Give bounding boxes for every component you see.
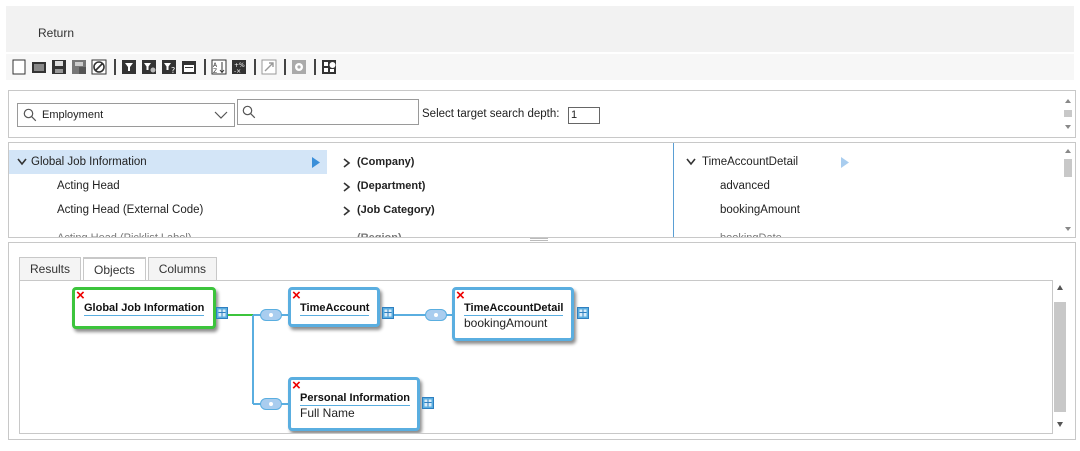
new-icon[interactable] — [10, 58, 28, 76]
grid-icon[interactable] — [577, 307, 589, 319]
calculate-icon[interactable]: +% -× — [230, 58, 248, 76]
sort-icon[interactable]: AZ — [210, 58, 228, 76]
link-icon[interactable] — [260, 309, 282, 321]
tab-results[interactable]: Results — [19, 257, 82, 281]
remove-icon[interactable]: × — [292, 288, 301, 303]
toolbar-separator — [114, 59, 116, 75]
settings-icon[interactable] — [290, 58, 308, 76]
tab-columns[interactable]: Columns — [147, 257, 218, 281]
chevron-right-icon[interactable] — [343, 158, 351, 168]
depth-input[interactable]: 1 — [568, 107, 600, 124]
chevron-right-icon[interactable] — [343, 182, 351, 192]
toolbar: ? AZ +% -× — [6, 54, 1074, 80]
remove-icon[interactable]: × — [76, 288, 85, 303]
scrollbar[interactable] — [1063, 95, 1073, 133]
tree-item[interactable]: bookingAmount — [720, 198, 800, 222]
return-link[interactable]: Return — [38, 26, 74, 40]
node-time-account[interactable]: × TimeAccount — [288, 287, 380, 327]
link-icon[interactable] — [260, 398, 282, 410]
tree-column-1: Global Job Information Acting Head Actin… — [9, 143, 327, 237]
scrollbar[interactable] — [1063, 145, 1073, 235]
chevron-right-icon[interactable] — [343, 206, 351, 216]
search-panel: Employment Select target search depth: 1 — [8, 90, 1076, 138]
chart-icon[interactable] — [320, 58, 338, 76]
tree-column-3: TimeAccountDetail advanced bookingAmount… — [673, 143, 1053, 237]
toolbar-separator — [284, 59, 286, 75]
tree-item-label: (Department) — [357, 180, 426, 192]
tree-item[interactable]: Acting Head (Picklist Label) — [57, 226, 192, 237]
svg-text:Z: Z — [213, 68, 217, 75]
filter-icon[interactable] — [120, 58, 138, 76]
chevron-down-icon[interactable] — [17, 158, 27, 166]
grid-icon[interactable] — [216, 307, 228, 319]
remove-icon[interactable]: × — [292, 378, 301, 393]
node-field: Full Name — [300, 406, 355, 420]
panel-splitter[interactable] — [530, 238, 548, 241]
expand-arrow-icon[interactable] — [840, 157, 850, 168]
query-designer-panel: Results Objects Columns × Global Job Inf… — [8, 242, 1076, 440]
node-title: TimeAccount — [300, 302, 370, 316]
search-icon — [23, 108, 37, 122]
open-icon[interactable] — [30, 58, 48, 76]
tree-item[interactable]: Acting Head — [57, 174, 120, 198]
filter-settings-icon[interactable] — [140, 58, 158, 76]
tree-node-global-job[interactable]: Global Job Information — [9, 150, 327, 174]
svg-text:?: ? — [171, 66, 175, 75]
grid-icon[interactable] — [422, 397, 434, 409]
tree-item-label: (Job Category) — [357, 204, 435, 216]
node-title: TimeAccountDetail — [464, 302, 564, 316]
tree-item-label: (Region) — [357, 232, 402, 238]
node-title: Personal Information — [300, 392, 411, 406]
expand-arrow-icon[interactable] — [311, 157, 321, 168]
node-title: Global Job Information — [84, 302, 205, 316]
export-icon[interactable] — [260, 58, 278, 76]
tree-node-time-account-detail[interactable]: TimeAccountDetail — [686, 150, 986, 174]
tree-node-label: TimeAccountDetail — [702, 156, 799, 168]
filter-help-icon[interactable]: ? — [160, 58, 178, 76]
entity-select[interactable]: Employment — [17, 103, 235, 127]
tree-column-2: (Company) (Department) (Job Category) (R… — [335, 143, 663, 238]
cancel-icon[interactable] — [90, 58, 108, 76]
remove-icon[interactable]: × — [456, 288, 465, 303]
grid-icon[interactable] — [382, 307, 394, 319]
search-input[interactable] — [237, 99, 419, 125]
tree-item-label: (Company) — [357, 156, 415, 168]
scrollbar[interactable] — [1053, 280, 1067, 434]
chevron-down-icon[interactable] — [214, 109, 228, 121]
chevron-down-icon[interactable] — [686, 158, 696, 166]
depth-label: Select target search depth: — [422, 108, 560, 120]
tree-item[interactable]: Acting Head (External Code) — [57, 198, 203, 222]
node-personal-information[interactable]: × Personal Information Full Name — [288, 377, 420, 431]
tab-bar: Results Objects Columns — [19, 257, 219, 282]
svg-text:-×: -× — [234, 68, 241, 75]
header-bar: Return — [6, 6, 1074, 52]
calendar-icon[interactable] — [180, 58, 198, 76]
tree-node-label: Global Job Information — [31, 156, 147, 168]
node-time-account-detail[interactable]: × TimeAccountDetail bookingAmount — [452, 287, 574, 341]
toolbar-separator — [254, 59, 256, 75]
save-as-icon[interactable] — [70, 58, 88, 76]
toolbar-separator — [204, 59, 206, 75]
tab-objects[interactable]: Objects — [83, 257, 146, 282]
node-field: bookingAmount — [464, 316, 548, 330]
tree-item[interactable]: bookingDate — [720, 226, 782, 237]
link-icon[interactable] — [425, 309, 447, 321]
tree-item[interactable]: advanced — [720, 174, 770, 198]
object-diagram-canvas[interactable]: × Global Job Information × TimeAccount ×… — [19, 280, 1053, 434]
entity-select-value: Employment — [42, 109, 104, 121]
toolbar-separator — [314, 59, 316, 75]
search-icon — [242, 105, 256, 119]
save-icon[interactable] — [50, 58, 68, 76]
node-global-job-information[interactable]: × Global Job Information — [72, 287, 216, 329]
field-tree-panel: Global Job Information Acting Head Actin… — [8, 142, 1076, 238]
